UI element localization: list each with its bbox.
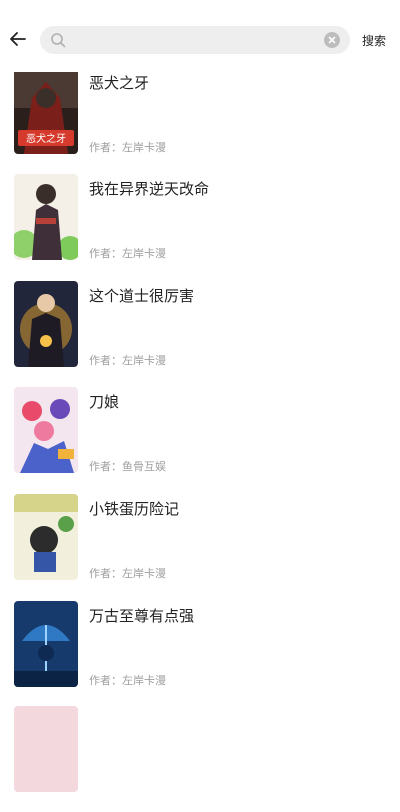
comic-title: 小铁蛋历险记	[89, 500, 180, 518]
comic-cover	[14, 494, 78, 580]
close-icon	[328, 36, 336, 44]
comic-author: 作者：鱼骨互娱	[89, 458, 166, 474]
comic-cover	[14, 281, 78, 367]
list-item[interactable]: 恶犬之牙 恶犬之牙 作者：左岸卡漫	[0, 68, 400, 174]
search-input[interactable]	[72, 26, 326, 56]
comic-author: 作者：左岸卡漫	[89, 139, 166, 155]
search-bar	[40, 26, 350, 56]
author-prefix: 作者：	[89, 141, 122, 154]
cover-title-text: 恶犬之牙	[26, 132, 66, 145]
comic-cover	[14, 601, 78, 687]
comic-title: 万古至尊有点强	[89, 607, 195, 625]
author-name: 左岸卡漫	[122, 674, 166, 687]
comic-cover	[14, 387, 78, 473]
comic-cover	[14, 174, 78, 260]
author-name: 鱼骨互娱	[122, 460, 166, 473]
comic-title: 我在异界逆天改命	[89, 180, 210, 198]
author-name: 左岸卡漫	[122, 247, 166, 260]
comic-title: 这个道士很厉害	[89, 287, 195, 305]
comic-author: 作者：左岸卡漫	[89, 352, 166, 368]
author-prefix: 作者：	[89, 460, 122, 473]
comic-author: 作者：左岸卡漫	[89, 245, 166, 261]
search-button[interactable]: 搜索	[362, 32, 386, 49]
clear-search-button[interactable]	[324, 32, 340, 48]
author-name: 左岸卡漫	[122, 567, 166, 580]
back-button[interactable]	[6, 26, 30, 52]
list-item[interactable]: 我在异界逆天改命 作者：左岸卡漫	[0, 174, 400, 280]
list-item[interactable]: 小铁蛋历险记 作者：左岸卡漫	[0, 494, 400, 600]
author-prefix: 作者：	[89, 354, 122, 367]
comic-title: 刀娘	[89, 393, 120, 411]
list-item[interactable]: 万古至尊有点强 作者：左岸卡漫	[0, 601, 400, 707]
author-prefix: 作者：	[89, 247, 122, 260]
search-icon	[51, 33, 66, 48]
list-item[interactable]	[0, 706, 400, 812]
comic-cover: 恶犬之牙	[14, 68, 78, 154]
comic-author: 作者：左岸卡漫	[89, 565, 166, 581]
top-bar: 搜索	[0, 0, 400, 72]
comic-author: 作者：左岸卡漫	[89, 672, 166, 688]
list-item[interactable]: 这个道士很厉害 作者：左岸卡漫	[0, 281, 400, 387]
author-prefix: 作者：	[89, 567, 122, 580]
comic-cover	[14, 706, 78, 792]
comic-title: 恶犬之牙	[89, 74, 150, 92]
arrow-left-icon	[10, 32, 26, 46]
author-prefix: 作者：	[89, 674, 122, 687]
author-name: 左岸卡漫	[122, 354, 166, 367]
list-item[interactable]: 刀娘 作者：鱼骨互娱	[0, 387, 400, 493]
author-name: 左岸卡漫	[122, 141, 166, 154]
